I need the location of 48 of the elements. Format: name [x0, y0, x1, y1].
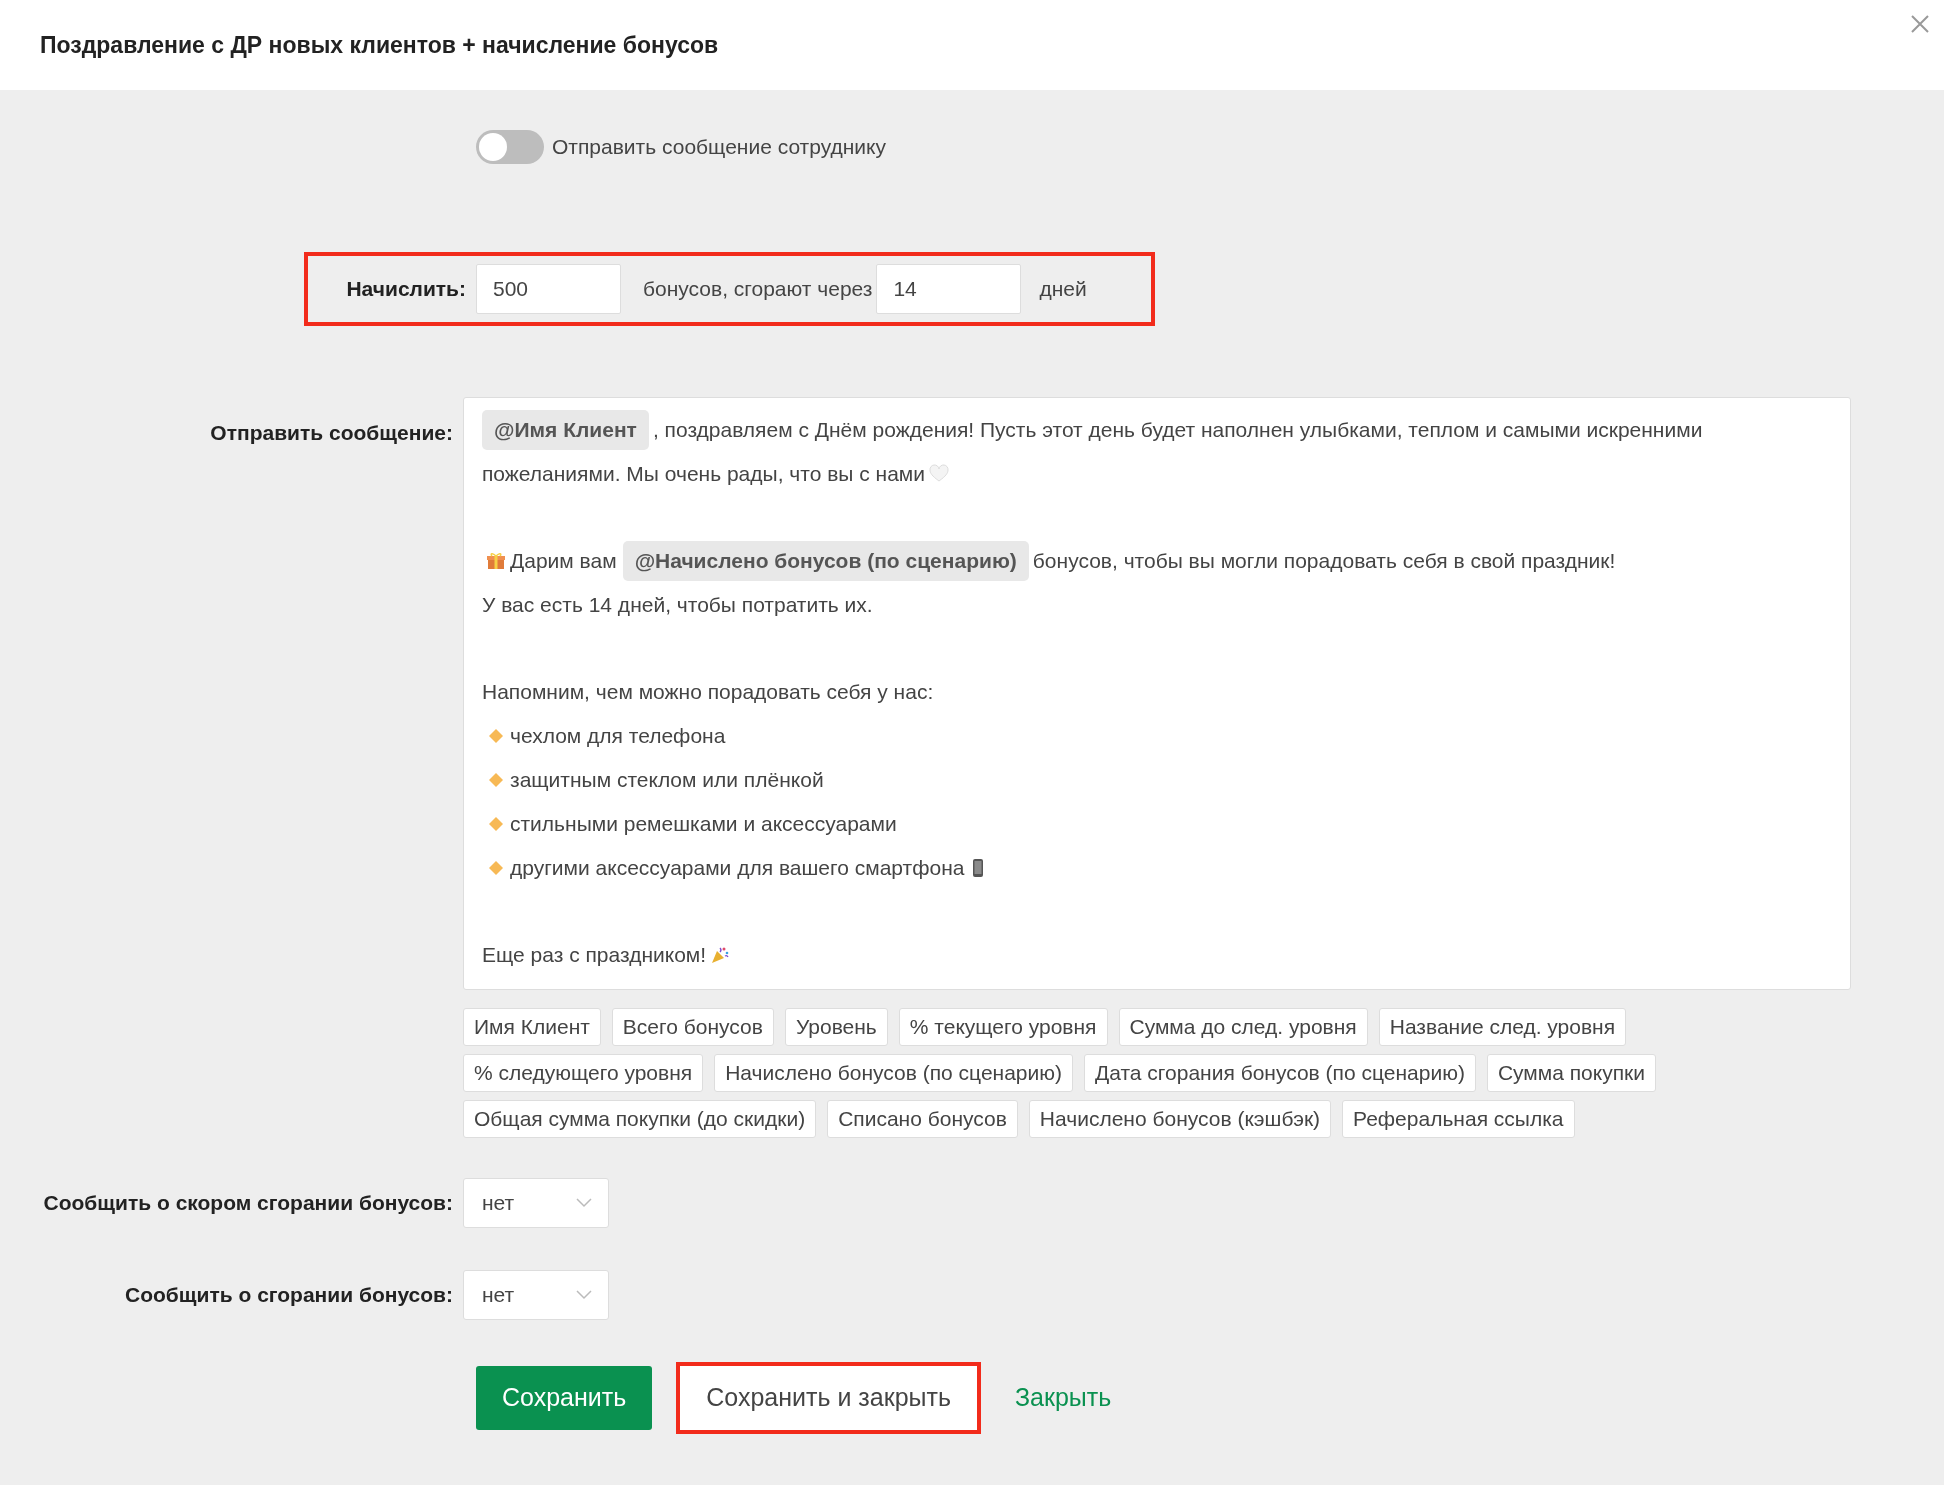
variable-tag[interactable]: Сумма до след. уровня — [1118, 1008, 1368, 1046]
message-text: другими аксессуарами для вашего смартфона — [510, 856, 965, 879]
variable-tag[interactable]: Общая сумма покупки (до скидки) — [463, 1100, 817, 1138]
field-label: Отправить сообщение: — [209, 420, 454, 446]
variable-tag[interactable]: Дата сгорания бонусов (по сценарию) — [1084, 1054, 1476, 1092]
variable-tag[interactable]: Всего бонусов — [611, 1008, 774, 1046]
message-text: защитным стеклом или плёнкой — [510, 768, 824, 791]
message-text: У вас есть 14 дней, чтобы потратить их. — [482, 593, 873, 616]
message-text: Дарим вам — [510, 549, 617, 572]
field-label: Сообщить о сгорании бонусов: — [124, 1282, 454, 1309]
field-text: бонусов, сгорают через — [642, 276, 874, 303]
message-editor[interactable] — [463, 397, 1851, 990]
message-text: Еще раз с праздником! — [482, 943, 707, 966]
message-text: , поздравляем с Днём рождения! Пусть этот день будет наполнен улыбками, теплом и самыми искренними — [652, 418, 1703, 441]
variable-tag[interactable]: Уровень — [784, 1008, 888, 1046]
close-icon[interactable] — [1910, 14, 1930, 34]
save-button[interactable]: Сохранить — [476, 1366, 653, 1430]
chevron-icon — [576, 1198, 592, 1208]
field-label: Сообщить о скором сгорании бонусов: — [42, 1190, 454, 1217]
variable-tag[interactable]: Реферальная ссылка — [1342, 1100, 1575, 1138]
gift-icon — [486, 551, 506, 571]
message-text: пожеланиями. Мы очень рады, что вы с нами — [482, 462, 926, 485]
variable-tag[interactable]: % следующего уровня — [463, 1054, 704, 1092]
variable-tag[interactable]: Имя Клиент — [463, 1008, 601, 1046]
message-text: чехлом для телефона — [510, 724, 726, 747]
amount-field[interactable]: 500 — [476, 264, 621, 314]
variable-tag[interactable]: Списано бонусов — [827, 1100, 1018, 1138]
message-text: бонусов, чтобы вы могли порадовать себя в свой праздник! — [1032, 549, 1616, 572]
party-popper-icon — [710, 945, 731, 965]
variable-chip: @Начислено бонусов (по сценарию) — [622, 541, 1029, 581]
variable-tag[interactable]: Начислено бонусов (кэшбэк) — [1028, 1100, 1332, 1138]
heart-icon — [929, 464, 950, 484]
field-label: Начислить: — [345, 276, 467, 303]
variable-tag[interactable]: % текущего уровня — [898, 1008, 1108, 1046]
variable-tag[interactable]: Сумма покупки — [1486, 1054, 1656, 1092]
toggle-label: Отправить сообщение сотруднику — [552, 134, 886, 161]
chevron-icon — [576, 1290, 592, 1300]
variable-tag[interactable]: Начислено бонусов (по сценарию) — [714, 1054, 1074, 1092]
select-field[interactable]: нет — [463, 1178, 609, 1228]
unit-text: дней — [1038, 276, 1088, 303]
dialog-title: Поздравление с ДР новых клиентов + начисление бонусов — [40, 30, 719, 60]
variable-chip: @Имя Клиент — [482, 410, 649, 450]
days-field[interactable]: 14 — [876, 264, 1022, 314]
variable-tag[interactable]: Название след. уровня — [1378, 1008, 1627, 1046]
message-text: стильными ремешками и аксессуарами — [510, 812, 897, 835]
toggle-switch[interactable] — [476, 130, 544, 164]
message-text: Напомним, чем можно порадовать себя у нас: — [482, 680, 934, 703]
select-field[interactable]: нет — [463, 1270, 609, 1320]
